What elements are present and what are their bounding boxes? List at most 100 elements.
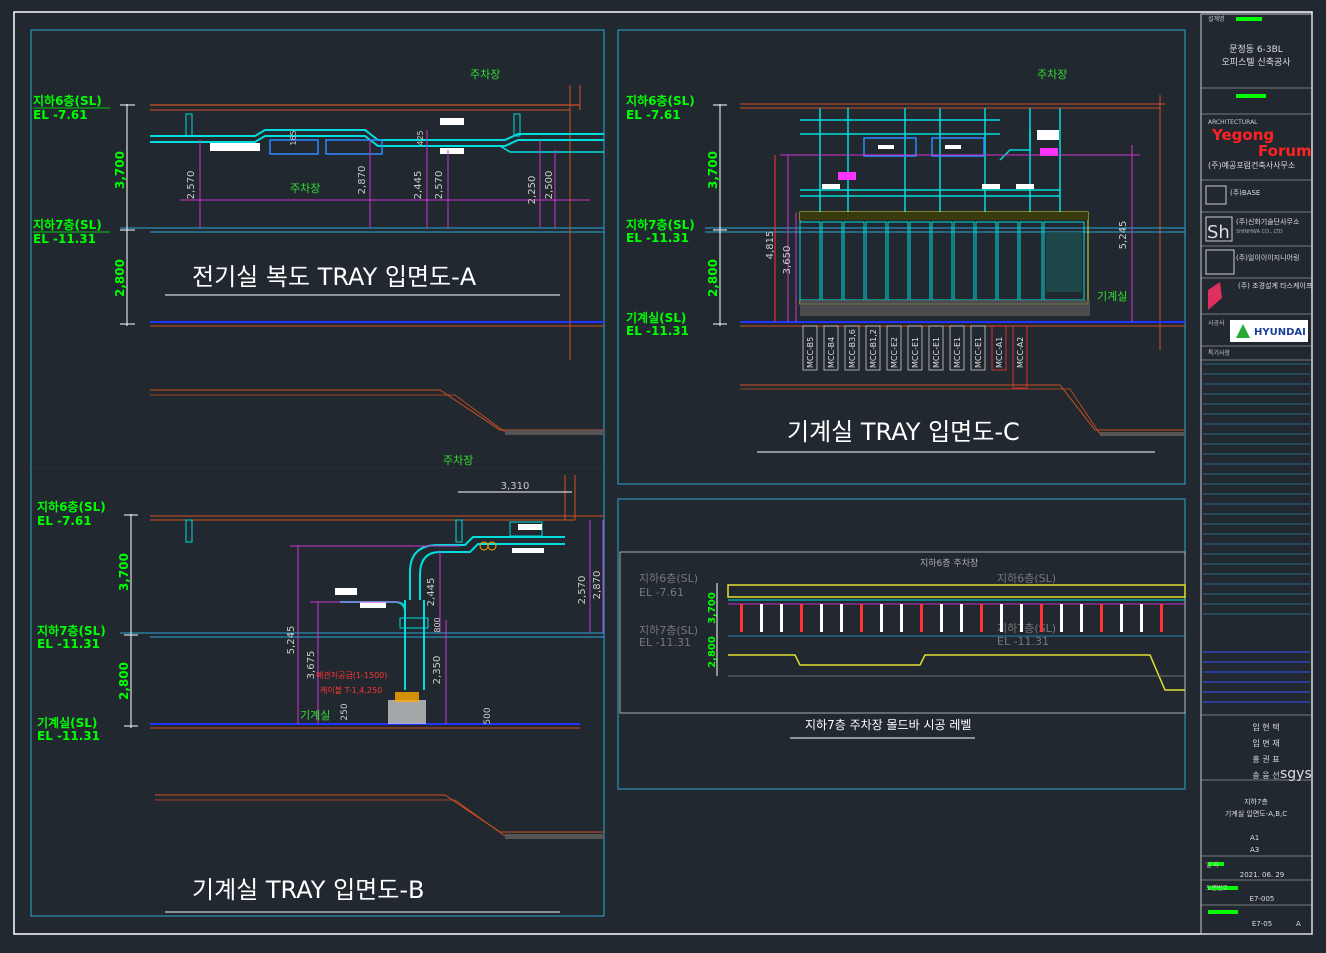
tb-logo-line2: Forum bbox=[1258, 142, 1312, 160]
el-b6-label: EL -7.61 bbox=[33, 108, 88, 122]
dim-c-3: 5,245 bbox=[1118, 221, 1129, 250]
tb-person-3: 홍 권 표 bbox=[1252, 754, 1279, 764]
tb-person-4: 송 웅 선 bbox=[1252, 771, 1279, 780]
mould-bar-drop bbox=[860, 604, 863, 632]
mould-bar-drop bbox=[920, 604, 923, 632]
tb-firm4: (주) 조경설계 타스케이프 bbox=[1238, 281, 1313, 290]
tb-builder-tag: 시공사 bbox=[1208, 319, 1225, 327]
level-b6-label: 지하6층(SL) bbox=[33, 93, 102, 108]
mcc-label: MCC-A1 bbox=[995, 337, 1004, 368]
tb-sh-logo: Sh bbox=[1207, 222, 1230, 243]
parking-label: 주차장 bbox=[470, 68, 500, 81]
parking-label-c: 주차장 bbox=[1037, 68, 1067, 81]
dim-b-1: 5,245 bbox=[286, 626, 297, 655]
cad-drawing-sheet: 주차장 지하6층(SL) EL -7.61 지하7층(SL) EL -11.31… bbox=[0, 0, 1326, 949]
mould-bar-drop bbox=[1140, 604, 1143, 632]
level-b7-label: 지하7층(SL) bbox=[33, 217, 102, 232]
mould-bar-drop bbox=[1060, 604, 1063, 632]
dim-c-2: 3,650 bbox=[782, 246, 793, 275]
mould-bar-drop bbox=[820, 604, 823, 632]
mcc-label: MCC-E1 bbox=[932, 337, 941, 368]
tb-builder: HYUNDAI bbox=[1254, 327, 1306, 338]
note-1: 배관저공급(1-1500) bbox=[316, 670, 387, 680]
d-left-el-b7: EL -11.31 bbox=[639, 636, 691, 649]
panel-a-title: 전기실 복도 TRAY 입면도-A bbox=[192, 263, 477, 291]
mould-bar-drop bbox=[880, 604, 883, 632]
dim-2800: 2,800 bbox=[113, 259, 127, 297]
mould-bar-drop bbox=[780, 604, 783, 632]
tb-project-line1: 문정동 6-3BL bbox=[1229, 44, 1283, 55]
tb-dwg-no: E7-005 bbox=[1250, 895, 1275, 903]
mcc-label: MCC-E1 bbox=[911, 337, 920, 368]
mech-room-label-c: 기계실 bbox=[1097, 290, 1127, 303]
level-mech-label-c: 기계실(SL) bbox=[626, 310, 686, 325]
dim-3700-b: 3,700 bbox=[117, 553, 131, 591]
tb-sheet: E7-05 bbox=[1252, 920, 1272, 928]
el-mech-label-b: EL -11.31 bbox=[37, 729, 100, 743]
level-b7-label-c: 지하7층(SL) bbox=[626, 217, 695, 232]
mcc-label: MCC-B3,6 bbox=[848, 329, 857, 368]
dim-b-9: 250 bbox=[340, 703, 350, 720]
mould-bar-drop bbox=[760, 604, 763, 632]
level-mech-label-b: 기계실(SL) bbox=[37, 715, 97, 730]
dim-a-165: 165 bbox=[289, 130, 298, 145]
revision-table bbox=[1203, 363, 1310, 703]
mould-bar-drop bbox=[960, 604, 963, 632]
panel-d-frame bbox=[617, 498, 1186, 790]
dim-a-425: 425 bbox=[416, 130, 425, 145]
tb-scale-2: A3 bbox=[1250, 846, 1259, 854]
dim-b-3: 2,445 bbox=[426, 578, 437, 607]
mould-bar-drop bbox=[840, 604, 843, 632]
sheet-border bbox=[13, 11, 1313, 935]
mould-bar-drop bbox=[980, 604, 983, 632]
el-b7-label-b: EL -11.31 bbox=[37, 637, 100, 651]
dim-b-6: 2,870 bbox=[592, 571, 603, 600]
dim-2800-b: 2,800 bbox=[117, 662, 131, 700]
mould-bar-drop bbox=[1160, 604, 1163, 632]
dim-b-8: 500 bbox=[483, 707, 493, 724]
dim-a-6: 2,500 bbox=[544, 171, 555, 200]
mould-bar-drop bbox=[1000, 604, 1003, 632]
level-b7-label-b: 지하7층(SL) bbox=[37, 623, 106, 638]
tb-drawing-title-2: 기계실 입면도-A,B,C bbox=[1225, 809, 1287, 818]
tb-project-line2: 오피스텔 신축공사 bbox=[1221, 56, 1291, 68]
tb-architect-tag: ARCHITECTURAL bbox=[1208, 119, 1258, 126]
tb-base-firm: (주)BASE bbox=[1230, 189, 1260, 197]
panel-c-title: 기계실 TRAY 입면도-C bbox=[787, 418, 1020, 446]
mould-bar-drop bbox=[1080, 604, 1083, 632]
tb-firm3: (주)일이이이지니어링 bbox=[1236, 253, 1299, 262]
tb-rev: A bbox=[1296, 920, 1301, 928]
panel-d: 지하6층 주차장 지하6층(SL) EL -7.61 지하7층(SL) EL -… bbox=[619, 551, 1186, 739]
mould-bar-drop bbox=[800, 604, 803, 632]
dim-2800-c: 2,800 bbox=[706, 259, 720, 297]
mould-bar-drop bbox=[900, 604, 903, 632]
tb-project-tag: 설계명 bbox=[1208, 15, 1225, 23]
dim-a-4: 2,570 bbox=[434, 171, 445, 200]
panel-c: 주차장 지하6층(SL) EL -7.61 지하7층(SL) EL -11.31… bbox=[626, 68, 1185, 453]
dim-3700-c: 3,700 bbox=[706, 151, 720, 189]
dim-b-4: 2,350 bbox=[432, 656, 443, 685]
level-b6-label-b: 지하6층(SL) bbox=[37, 499, 106, 514]
tb-date: 2021. 06. 29 bbox=[1240, 871, 1285, 879]
dim-b-5: 2,570 bbox=[577, 576, 588, 605]
mould-bar-drop bbox=[740, 604, 743, 632]
mcc-label: MCC-B5 bbox=[806, 337, 815, 368]
tb-person-2: 임 면 재 bbox=[1252, 738, 1279, 748]
panel-c-frame bbox=[617, 29, 1186, 485]
mould-bar-drop bbox=[1100, 604, 1103, 632]
dim-b-7: 800 bbox=[433, 617, 442, 632]
el-b7-label-c: EL -11.31 bbox=[626, 231, 689, 245]
dim-3700: 3,700 bbox=[113, 151, 127, 189]
mcc-label: MCC-A2 bbox=[1016, 337, 1025, 368]
title-block: 설계명 문정동 6-3BL 오피스텔 신축공사 ARCHITECTURAL Ye… bbox=[1200, 13, 1313, 935]
panel-b: 주차장 지하6층(SL) EL -7.61 지하7층(SL) EL -11.31… bbox=[37, 454, 604, 913]
el-b7-label: EL -11.31 bbox=[33, 232, 96, 246]
mech-room-label-b: 기계실 bbox=[300, 709, 330, 722]
panel-a: 주차장 지하6층(SL) EL -7.61 지하7층(SL) EL -11.31… bbox=[33, 68, 604, 435]
d-right-level-b6: 지하6층(SL) bbox=[997, 571, 1056, 585]
d-right-level-b7: 지하7층(SL) bbox=[997, 621, 1056, 635]
mcc-label: MCC-E1 bbox=[974, 337, 983, 368]
mcc-label: MCC-B4 bbox=[827, 337, 836, 368]
d-left-level-b7: 지하7층(SL) bbox=[639, 623, 698, 637]
mould-bar-drop bbox=[940, 604, 943, 632]
